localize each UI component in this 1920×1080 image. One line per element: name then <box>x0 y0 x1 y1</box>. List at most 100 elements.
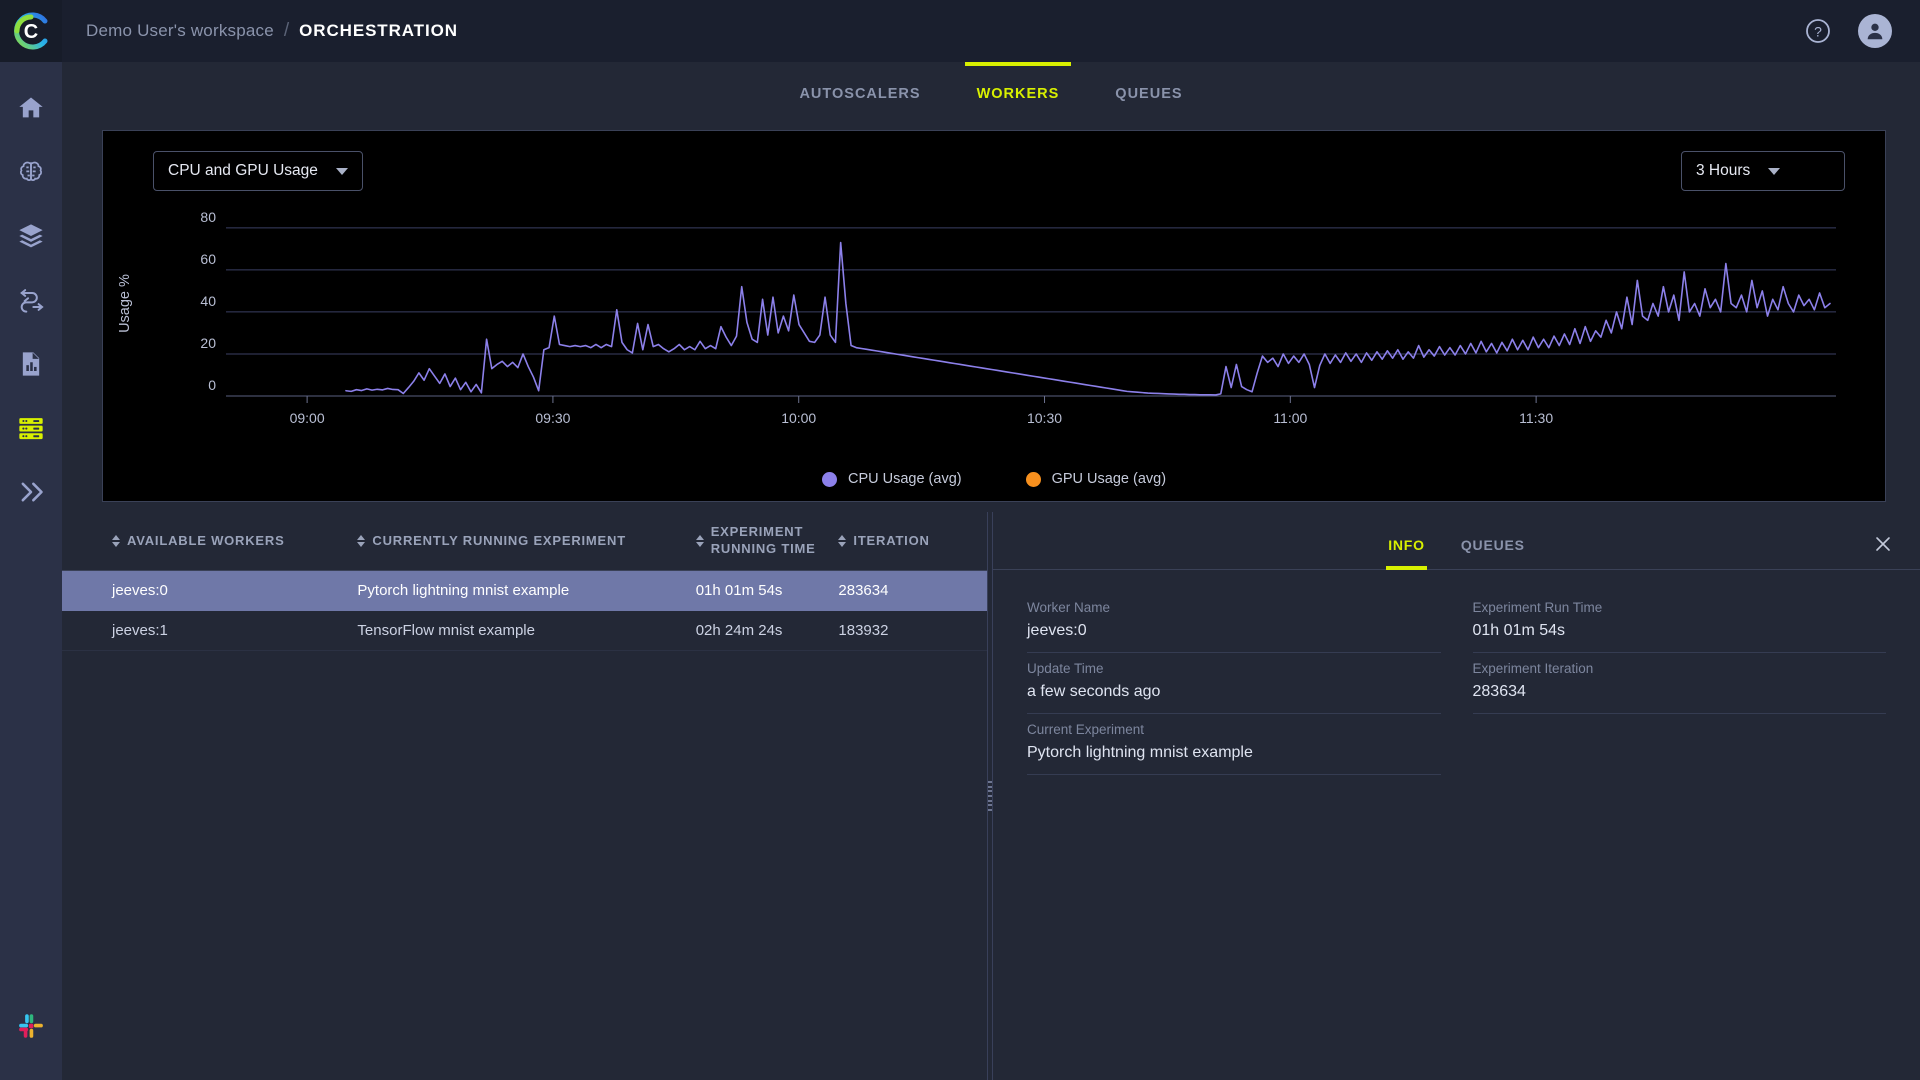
column-header-label: EXPERIMENT RUNNING TIME <box>711 524 819 558</box>
chevron-down-icon <box>336 168 348 175</box>
field-value: jeeves:0 <box>1027 622 1441 640</box>
legend-item-gpu[interactable]: GPU Usage (avg) <box>1026 471 1166 487</box>
tab-autoscalers[interactable]: AUTOSCALERS <box>771 62 948 102</box>
field-current-experiment: Current Experiment Pytorch lightning mni… <box>1027 714 1441 775</box>
svg-text:C: C <box>24 21 38 43</box>
cell-running-time: 01h 01m 54s <box>686 570 829 610</box>
svg-text:?: ? <box>1814 24 1822 40</box>
workers-table-head: AVAILABLE WORKERS CURRENTLY RUNNING EXPE… <box>62 512 987 570</box>
sidebar-item-projects[interactable] <box>0 140 62 204</box>
tab-queues[interactable]: QUEUES <box>1087 62 1210 102</box>
tab-workers[interactable]: WORKERS <box>949 62 1088 102</box>
field-label: Update Time <box>1027 661 1441 676</box>
time-range-select-value: 3 Hours <box>1696 162 1750 180</box>
cell-iteration: 283634 <box>828 570 987 610</box>
svg-text:11:30: 11:30 <box>1519 410 1553 426</box>
svg-text:10:30: 10:30 <box>1027 410 1062 426</box>
info-fields: Worker Name jeeves:0 Update Time a few s… <box>993 570 1920 775</box>
svg-text:80: 80 <box>200 209 216 225</box>
slack-icon[interactable] <box>0 994 62 1058</box>
column-header-label: CURRENTLY RUNNING EXPERIMENT <box>372 533 626 548</box>
chevron-down-icon <box>1768 168 1780 175</box>
main-content: AUTOSCALERS WORKERS QUEUES CPU and GPU U… <box>62 62 1920 1080</box>
field-label: Worker Name <box>1027 600 1441 615</box>
metric-select[interactable]: CPU and GPU Usage <box>153 151 363 191</box>
table-row[interactable]: jeeves:1 TensorFlow mnist example 02h 24… <box>62 610 987 650</box>
top-bar: C Demo User's workspace / ORCHESTRATION … <box>0 0 1920 62</box>
help-circle-icon[interactable]: ? <box>1804 17 1832 45</box>
field-experiment-run-time: Experiment Run Time 01h 01m 54s <box>1473 592 1887 653</box>
cell-running-time: 02h 24m 24s <box>686 610 829 650</box>
time-range-select[interactable]: 3 Hours <box>1681 151 1845 191</box>
usage-line-chart[interactable]: 020406080Usage %09:0009:3010:0010:3011:0… <box>103 203 1885 453</box>
sidebar-item-reports[interactable] <box>0 332 62 396</box>
worker-info-pane: INFO QUEUES Worker Name jeeves:0 <box>993 512 1920 1080</box>
breadcrumb-separator: / <box>284 20 289 42</box>
svg-text:Usage %: Usage % <box>117 274 133 333</box>
legend-label-gpu: GPU Usage (avg) <box>1052 471 1166 487</box>
breadcrumb-current-page: ORCHESTRATION <box>299 21 458 41</box>
field-worker-name: Worker Name jeeves:0 <box>1027 592 1441 653</box>
tab-queues-panel[interactable]: QUEUES <box>1443 537 1543 569</box>
svg-text:20: 20 <box>200 335 216 351</box>
legend-color-swatch <box>1026 472 1041 487</box>
field-value: 283634 <box>1473 683 1887 701</box>
column-header-available-workers[interactable]: AVAILABLE WORKERS <box>62 512 347 570</box>
sidebar-item-pipelines[interactable] <box>0 268 62 332</box>
cell-worker: jeeves:1 <box>62 610 347 650</box>
svg-text:40: 40 <box>200 293 216 309</box>
field-value: a few seconds ago <box>1027 683 1441 701</box>
column-header-running-time[interactable]: EXPERIMENT RUNNING TIME <box>686 512 829 570</box>
svg-text:10:00: 10:00 <box>781 410 816 426</box>
user-avatar[interactable] <box>1858 14 1892 48</box>
workers-table-body: jeeves:0 Pytorch lightning mnist example… <box>62 570 987 650</box>
sidebar-item-applications[interactable] <box>0 460 62 524</box>
field-experiment-iteration: Experiment Iteration 283634 <box>1473 653 1887 714</box>
sort-icon <box>357 535 365 547</box>
table-header-row: AVAILABLE WORKERS CURRENTLY RUNNING EXPE… <box>62 512 987 570</box>
field-label: Experiment Run Time <box>1473 600 1887 615</box>
lower-split: AVAILABLE WORKERS CURRENTLY RUNNING EXPE… <box>62 512 1920 1080</box>
metric-select-value: CPU and GPU Usage <box>168 162 318 180</box>
column-header-iteration[interactable]: ITERATION <box>828 512 987 570</box>
legend-item-cpu[interactable]: CPU Usage (avg) <box>822 471 962 487</box>
breadcrumb-workspace[interactable]: Demo User's workspace <box>86 21 274 41</box>
column-header-current-experiment[interactable]: CURRENTLY RUNNING EXPERIMENT <box>347 512 685 570</box>
workers-table-pane: AVAILABLE WORKERS CURRENTLY RUNNING EXPE… <box>62 512 987 1080</box>
field-value: Pytorch lightning mnist example <box>1027 744 1441 762</box>
workers-table: AVAILABLE WORKERS CURRENTLY RUNNING EXPE… <box>62 512 987 651</box>
sort-icon <box>112 535 120 547</box>
breadcrumb: Demo User's workspace / ORCHESTRATION <box>86 20 458 42</box>
info-fields-left: Worker Name jeeves:0 Update Time a few s… <box>1027 592 1441 775</box>
field-spacer <box>1473 714 1887 734</box>
field-update-time: Update Time a few seconds ago <box>1027 653 1441 714</box>
top-bar-actions: ? <box>1804 14 1892 48</box>
legend-color-swatch <box>822 472 837 487</box>
field-label: Current Experiment <box>1027 722 1441 737</box>
legend-label-cpu: CPU Usage (avg) <box>848 471 962 487</box>
sort-icon <box>696 535 704 547</box>
svg-text:09:30: 09:30 <box>535 410 570 426</box>
info-fields-right: Experiment Run Time 01h 01m 54s Experime… <box>1473 592 1887 775</box>
chart-svg: 020406080Usage %09:0009:3010:0010:3011:0… <box>103 203 1893 453</box>
close-icon[interactable] <box>1870 531 1896 557</box>
chart-legend: CPU Usage (avg) GPU Usage (avg) <box>103 471 1885 487</box>
column-header-label: AVAILABLE WORKERS <box>127 533 285 548</box>
cell-iteration: 183932 <box>828 610 987 650</box>
cell-worker: jeeves:0 <box>62 570 347 610</box>
field-value: 01h 01m 54s <box>1473 622 1887 640</box>
sidebar-item-datasets[interactable] <box>0 204 62 268</box>
app-root: C Demo User's workspace / ORCHESTRATION … <box>0 0 1920 1080</box>
sidebar-item-orchestration[interactable] <box>0 396 62 460</box>
app-logo[interactable]: C <box>0 0 62 62</box>
table-row[interactable]: jeeves:0 Pytorch lightning mnist example… <box>62 570 987 610</box>
tab-info[interactable]: INFO <box>1370 537 1443 569</box>
cell-experiment: Pytorch lightning mnist example <box>347 570 685 610</box>
page-tabs: AUTOSCALERS WORKERS QUEUES <box>62 62 1920 118</box>
sidebar-nav <box>0 62 62 1080</box>
field-label: Experiment Iteration <box>1473 661 1887 676</box>
column-header-label: ITERATION <box>853 533 929 548</box>
sidebar-item-home[interactable] <box>0 76 62 140</box>
svg-text:11:00: 11:00 <box>1273 410 1307 426</box>
chart-toolbar: CPU and GPU Usage 3 Hours <box>103 151 1885 191</box>
